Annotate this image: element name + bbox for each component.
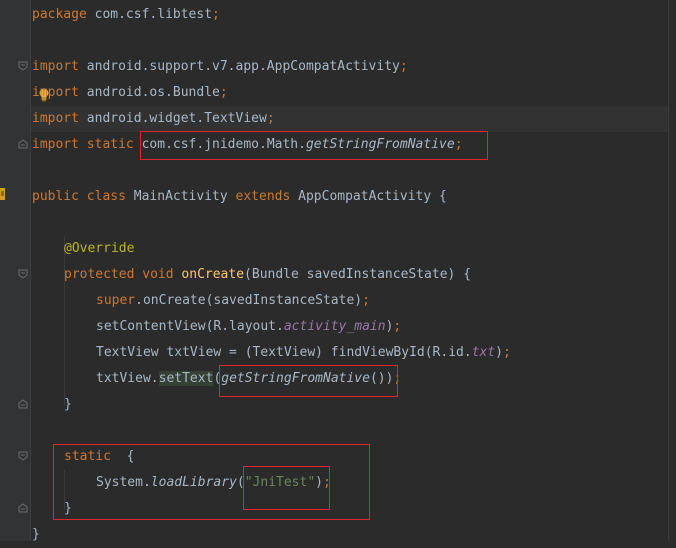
import-path: android.os.Bundle <box>78 85 220 100</box>
semicolon: ; <box>212 7 220 22</box>
keyword: extends <box>235 189 291 204</box>
code-line-close-brace[interactable]: } <box>64 392 72 418</box>
code-line-package[interactable]: package com.csf.libtest; <box>32 2 220 28</box>
method-name: onCreate <box>181 267 245 282</box>
import-path: android.support.v7.app.AppCompatActivity <box>78 59 400 74</box>
code-line-import[interactable]: import android.widget.TextView; <box>32 106 275 132</box>
method-call: setText <box>158 371 214 386</box>
import-path: android.widget.TextView <box>78 111 267 126</box>
code-line-import[interactable]: import android.os.Bundle; <box>32 80 228 106</box>
call-text: setContentView(R.layout. <box>96 319 284 334</box>
fold-icon[interactable] <box>17 138 29 150</box>
keyword: import <box>32 111 79 126</box>
keyword: package <box>32 7 87 22</box>
call-end: ) <box>495 345 503 360</box>
keyword: import <box>32 137 79 152</box>
highlight-box-library-name <box>243 466 330 510</box>
keyword: import <box>32 85 79 100</box>
semicolon: ; <box>503 345 511 360</box>
code-line-close-brace[interactable]: } <box>32 522 40 548</box>
keyword: static <box>78 137 134 152</box>
override-marker-icon[interactable] <box>0 186 6 204</box>
parent-class: AppCompatActivity { <box>290 189 447 204</box>
code-line-annotation[interactable]: @Override <box>64 236 134 262</box>
call-text: .onCreate(savedInstanceState) <box>135 293 363 308</box>
brace: } <box>32 527 40 542</box>
keyword: super <box>96 293 136 308</box>
semicolon: ; <box>362 293 370 308</box>
keyword: import <box>32 59 79 74</box>
method-params: (Bundle savedInstanceState) { <box>244 267 472 282</box>
fold-icon[interactable] <box>17 450 29 462</box>
semicolon: ; <box>266 111 275 126</box>
semicolon: ; <box>393 319 402 334</box>
code-line-import[interactable]: import android.support.v7.app.AppCompatA… <box>32 54 408 80</box>
gutter-divider <box>30 0 31 541</box>
highlight-box-native-call <box>219 365 398 397</box>
code-line-set-content-view[interactable]: setContentView(R.layout.activity_main); <box>96 314 401 340</box>
code-line-super-call[interactable]: super.onCreate(savedInstanceState); <box>96 288 370 314</box>
brace: } <box>64 397 72 412</box>
field-ref: txt <box>471 345 496 360</box>
right-margin-guide <box>668 0 669 541</box>
keyword: class <box>78 189 126 204</box>
semicolon: ; <box>399 59 408 74</box>
fold-icon[interactable] <box>17 398 29 410</box>
package-name: com.csf.libtest <box>86 7 213 22</box>
keyword: void <box>134 267 174 282</box>
code-line-class-decl[interactable]: public class MainActivity extends AppCom… <box>32 184 447 210</box>
semicolon: ; <box>219 85 228 100</box>
fold-icon[interactable] <box>17 60 29 72</box>
fold-icon[interactable] <box>17 502 29 514</box>
call-text: TextView txtView = (TextView) findViewBy… <box>96 345 472 360</box>
code-line-find-view[interactable]: TextView txtView = (TextView) findViewBy… <box>96 340 511 366</box>
call-text: txtView. <box>96 371 159 386</box>
fold-icon[interactable] <box>17 268 29 280</box>
annotation: @Override <box>64 241 135 256</box>
field-ref: activity_main <box>283 319 386 334</box>
highlight-box-import <box>140 131 488 160</box>
code-line-method-decl[interactable]: protected void onCreate(Bundle savedInst… <box>64 262 471 288</box>
keyword: public <box>32 189 79 204</box>
class-name: MainActivity <box>125 189 236 204</box>
keyword: protected <box>64 267 135 282</box>
